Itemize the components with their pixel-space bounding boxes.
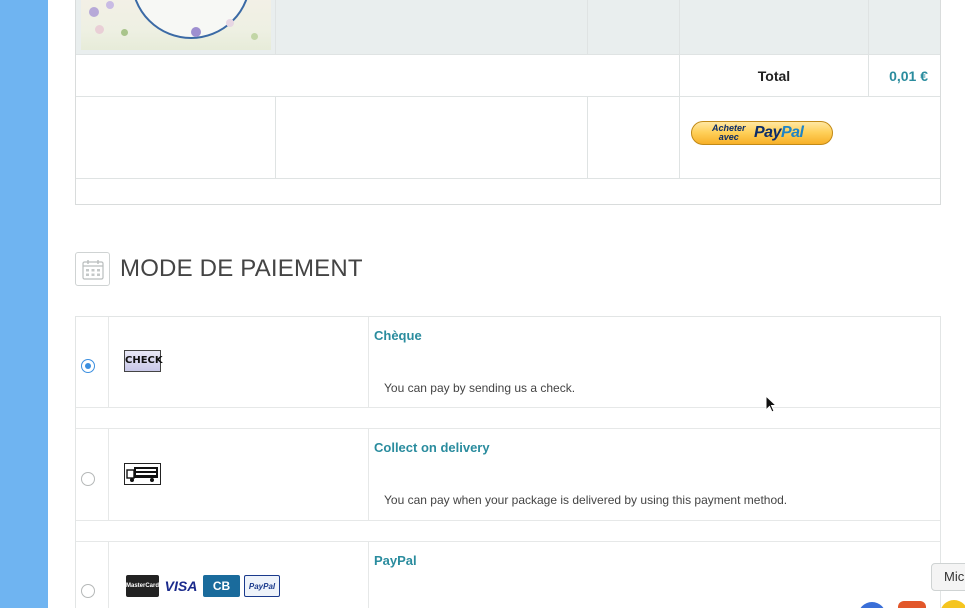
visa-logo: VISA — [163, 575, 199, 597]
cart-total-row: Total 0,01 € — [76, 55, 940, 97]
payment-method-cheque[interactable]: CHECK Chèque You can pay by sending us a… — [76, 317, 940, 408]
mic-widget[interactable]: Mic — [931, 563, 965, 591]
payment-radio-paypal[interactable] — [81, 584, 95, 598]
mouse-cursor-icon — [765, 395, 778, 413]
paypal-logo-pay: Pay — [754, 124, 781, 141]
cb-logo: CB — [203, 575, 240, 597]
browser-side-panel — [0, 0, 48, 608]
column-divider — [679, 0, 680, 55]
flower-decoration — [89, 7, 99, 17]
column-divider — [679, 97, 680, 179]
payment-method-description: You can pay by sending us a check. — [384, 381, 576, 395]
floating-app-icon[interactable] — [898, 601, 926, 608]
cart-summary-table: Total 0,01 € Acheter avec PayPal — [75, 0, 941, 205]
card-logos: MasterCard VISA CB PayPal — [126, 575, 280, 597]
column-divider — [368, 317, 369, 408]
flower-decoration — [191, 27, 201, 37]
payment-method-name[interactable]: PayPal — [374, 553, 417, 568]
paypal-button-line2: avec — [718, 132, 739, 142]
calendar-icon — [75, 252, 110, 286]
column-divider — [368, 542, 369, 608]
column-divider — [587, 0, 588, 55]
flower-decoration — [121, 29, 128, 36]
payment-method-name[interactable]: Chèque — [374, 328, 422, 343]
flower-decoration — [226, 19, 234, 27]
column-divider — [108, 317, 109, 408]
paypal-logo-pal: Pal — [780, 124, 804, 141]
column-divider — [108, 429, 109, 521]
payment-methods-table: CHECK Chèque You can pay by sending us a… — [75, 316, 941, 608]
total-value: 0,01 € — [889, 68, 928, 84]
paypal-logo: PayPal — [754, 124, 804, 142]
paypal-card-logo: PayPal — [244, 575, 280, 597]
page-content: Total 0,01 € Acheter avec PayPal MODE DE… — [48, 0, 965, 608]
total-label: Total — [757, 68, 791, 84]
payment-section-title: MODE DE PAIEMENT — [120, 255, 363, 282]
column-divider — [368, 429, 369, 521]
cart-actions-row: Acheter avec PayPal — [76, 97, 940, 179]
paypal-checkout-button[interactable]: Acheter avec PayPal — [691, 121, 833, 145]
column-divider — [108, 542, 109, 608]
payment-method-cod[interactable]: Collect on delivery You can pay when you… — [76, 429, 940, 521]
payment-method-name[interactable]: Collect on delivery — [374, 440, 490, 455]
paypal-button-small-text: Acheter avec — [712, 124, 746, 142]
column-divider — [587, 97, 588, 179]
delivery-truck-icon — [124, 463, 161, 485]
column-divider — [275, 0, 276, 55]
payment-method-paypal[interactable]: MasterCard VISA CB PayPal PayPal — [76, 542, 940, 608]
payment-section-header: MODE DE PAIEMENT — [75, 251, 363, 287]
check-logo: CHECK — [124, 350, 163, 372]
product-thumbnail[interactable] — [81, 0, 271, 50]
row-spacer — [76, 408, 940, 429]
row-spacer — [76, 521, 940, 542]
mastercard-logo: MasterCard — [126, 575, 159, 597]
flower-decoration — [95, 25, 104, 34]
flower-decoration — [106, 1, 114, 9]
flower-decoration — [251, 33, 258, 40]
cart-product-row — [76, 0, 940, 55]
column-divider — [868, 0, 869, 55]
column-divider — [275, 97, 276, 179]
payment-method-description: You can pay when your package is deliver… — [384, 493, 788, 507]
payment-radio-cod[interactable] — [81, 472, 95, 486]
payment-radio-cheque[interactable] — [81, 359, 95, 373]
